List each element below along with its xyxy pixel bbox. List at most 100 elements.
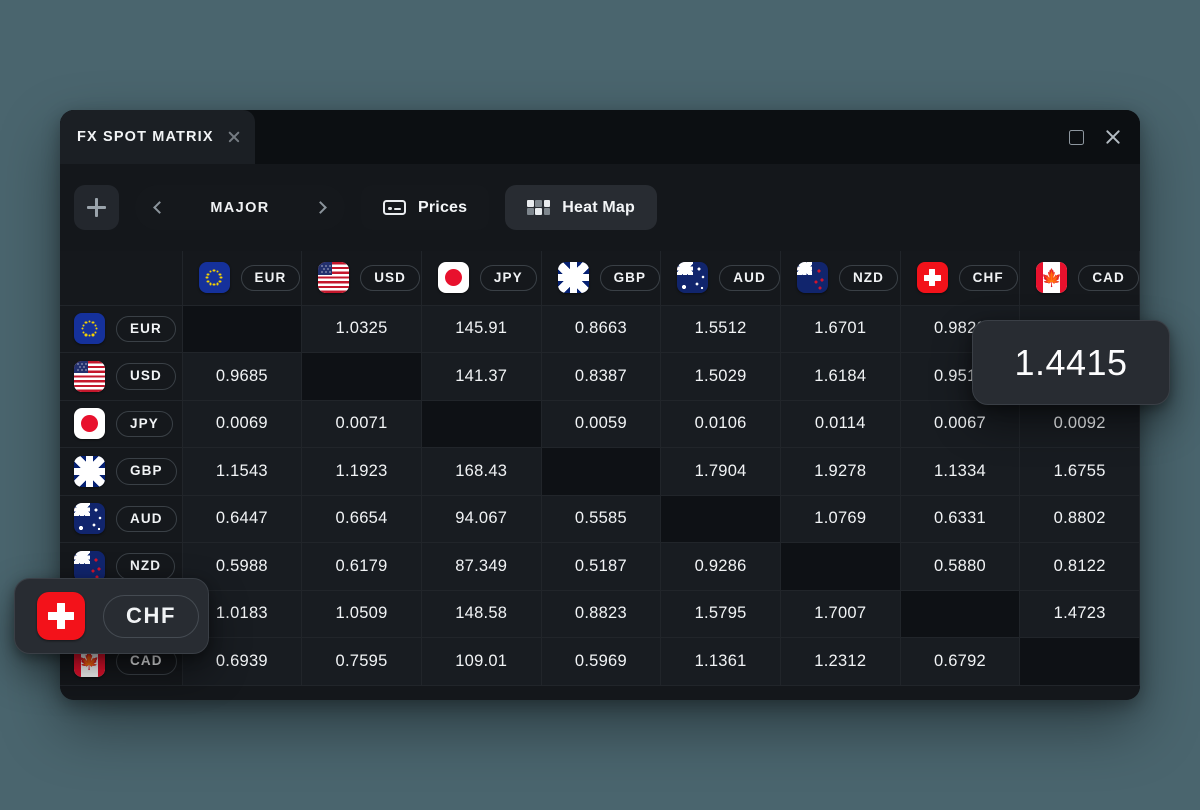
close-icon[interactable] (1104, 128, 1122, 146)
matrix-cell[interactable]: 0.5969 (541, 637, 662, 686)
matrix-cell[interactable]: 0.8663 (541, 305, 662, 353)
flag-jpy-icon (437, 262, 469, 294)
currency-chip-eur[interactable]: EUR (183, 262, 302, 294)
matrix-cell[interactable]: 0.6792 (900, 637, 1021, 686)
matrix-cell[interactable]: 1.1334 (900, 447, 1021, 496)
matrix-row-header-gbp[interactable]: GBP (60, 447, 183, 496)
matrix-col-header-gbp[interactable]: GBP (541, 251, 662, 306)
matrix-cell[interactable]: 0.8823 (541, 590, 662, 638)
prices-mode-button[interactable]: Prices (361, 185, 490, 230)
matrix-col-header-usd[interactable]: USD (301, 251, 422, 306)
matrix-row-header-usd[interactable]: USD (60, 352, 183, 401)
matrix-cell[interactable]: 0.0092 (1019, 400, 1140, 448)
toolbar: MAJOR Prices Heat Map (60, 164, 1140, 230)
currency-group-selector[interactable]: MAJOR (135, 185, 345, 230)
currency-chip-gbp[interactable]: GBP (60, 455, 182, 487)
currency-chip-usd[interactable]: USD (60, 360, 182, 392)
matrix-col-header-chf[interactable]: CHF (900, 251, 1021, 306)
matrix-cell[interactable]: 148.58 (421, 590, 542, 638)
flag-cad-icon: 🍁 (1036, 262, 1068, 294)
matrix-cell-diagonal (780, 542, 901, 591)
chevron-left-icon[interactable] (153, 201, 166, 214)
matrix-cell[interactable]: 0.8122 (1019, 542, 1140, 591)
matrix-cell[interactable]: 0.6179 (301, 542, 422, 591)
matrix-cell[interactable]: 1.2312 (780, 637, 901, 686)
matrix-cell[interactable]: 0.0059 (541, 400, 662, 448)
currency-chip-chf[interactable]: CHF (901, 262, 1020, 294)
matrix-cell[interactable]: 0.5187 (541, 542, 662, 591)
matrix-cell[interactable]: 1.0769 (780, 495, 901, 543)
matrix-cell[interactable]: 1.7904 (660, 447, 781, 496)
matrix-cell[interactable]: 0.5880 (900, 542, 1021, 591)
matrix-row-header-aud[interactable]: AUD (60, 495, 183, 543)
matrix-row-header-eur[interactable]: EUR (60, 305, 183, 353)
currency-code-usd: USD (360, 264, 420, 291)
currency-chip-usd[interactable]: USD (302, 262, 421, 294)
matrix-cell[interactable]: 1.0509 (301, 590, 422, 638)
currency-chip-jpy[interactable]: JPY (422, 262, 541, 294)
southern-cross-stars (796, 262, 828, 294)
matrix-cell[interactable]: 0.0114 (780, 400, 901, 448)
currency-chip-nzd[interactable]: NZD (781, 262, 900, 294)
flag-chf-icon (916, 262, 948, 294)
flag-nzd-icon (796, 262, 828, 294)
currency-chip-eur[interactable]: EUR (60, 313, 182, 345)
heatmap-mode-button[interactable]: Heat Map (505, 185, 657, 230)
matrix-cell[interactable]: 1.1543 (182, 447, 303, 496)
matrix-cell[interactable]: 1.1923 (301, 447, 422, 496)
matrix-cell[interactable]: 1.6184 (780, 352, 901, 401)
matrix-cell[interactable]: 0.0069 (182, 400, 303, 448)
matrix-header-row: EUR USD JPY GBP AUD NZD CHF 🍁 CAD (60, 251, 1140, 306)
maximize-icon[interactable] (1069, 129, 1084, 145)
tab-fx-spot-matrix[interactable]: FX SPOT MATRIX (60, 110, 255, 164)
flag-eur-icon (198, 262, 230, 294)
matrix-cell[interactable]: 1.9278 (780, 447, 901, 496)
matrix-cell[interactable]: 168.43 (421, 447, 542, 496)
matrix-cell[interactable]: 141.37 (421, 352, 542, 401)
matrix-col-header-nzd[interactable]: NZD (780, 251, 901, 306)
matrix-cell[interactable]: 0.0067 (900, 400, 1021, 448)
matrix-col-header-eur[interactable]: EUR (182, 251, 303, 306)
matrix-cell[interactable]: 1.1361 (660, 637, 781, 686)
chevron-right-icon[interactable] (314, 201, 327, 214)
matrix-cell[interactable]: 1.5795 (660, 590, 781, 638)
matrix-cell[interactable]: 0.9286 (660, 542, 781, 591)
matrix-cell[interactable]: 1.0325 (301, 305, 422, 353)
matrix-cell[interactable]: 0.0071 (301, 400, 422, 448)
matrix-cell[interactable]: 0.6654 (301, 495, 422, 543)
tab-close-icon[interactable] (226, 129, 242, 145)
matrix-col-header-aud[interactable]: AUD (660, 251, 781, 306)
currency-code-cad: CAD (1078, 264, 1139, 291)
currency-chip-aud[interactable]: AUD (661, 262, 780, 294)
matrix-cell[interactable]: 87.349 (421, 542, 542, 591)
currency-chip-cad[interactable]: 🍁 CAD (1020, 262, 1139, 294)
rate-value-callout-text: 1.4415 (1014, 341, 1128, 383)
matrix-cell[interactable]: 1.6755 (1019, 447, 1140, 496)
matrix-cell[interactable]: 109.01 (421, 637, 542, 686)
matrix-cell[interactable]: 1.4723 (1019, 590, 1140, 638)
matrix-cell[interactable]: 94.067 (421, 495, 542, 543)
matrix-col-header-cad[interactable]: 🍁 CAD (1019, 251, 1140, 306)
currency-code-nzd: NZD (838, 264, 898, 291)
matrix-cell[interactable]: 0.0106 (660, 400, 781, 448)
matrix-cell[interactable]: 0.8387 (541, 352, 662, 401)
matrix-cell[interactable]: 1.6701 (780, 305, 901, 353)
currency-chip-jpy[interactable]: JPY (60, 408, 182, 440)
matrix-cell[interactable]: 0.7595 (301, 637, 422, 686)
matrix-cell[interactable]: 0.6331 (900, 495, 1021, 543)
matrix-corner-cell (60, 251, 183, 306)
matrix-cell[interactable]: 0.5585 (541, 495, 662, 543)
currency-chip-gbp[interactable]: GBP (542, 262, 661, 294)
matrix-cell[interactable]: 1.7007 (780, 590, 901, 638)
matrix-cell[interactable]: 145.91 (421, 305, 542, 353)
matrix-cell[interactable]: 0.8802 (1019, 495, 1140, 543)
matrix-col-header-jpy[interactable]: JPY (421, 251, 542, 306)
matrix-cell[interactable]: 1.5512 (660, 305, 781, 353)
matrix-row-header-jpy[interactable]: JPY (60, 400, 183, 448)
currency-chip-aud[interactable]: AUD (60, 503, 182, 535)
maple-leaf-icon: 🍁 (1041, 268, 1063, 288)
matrix-cell[interactable]: 0.6447 (182, 495, 303, 543)
add-pair-button[interactable] (74, 185, 119, 230)
matrix-cell[interactable]: 0.9685 (182, 352, 303, 401)
matrix-cell[interactable]: 1.5029 (660, 352, 781, 401)
